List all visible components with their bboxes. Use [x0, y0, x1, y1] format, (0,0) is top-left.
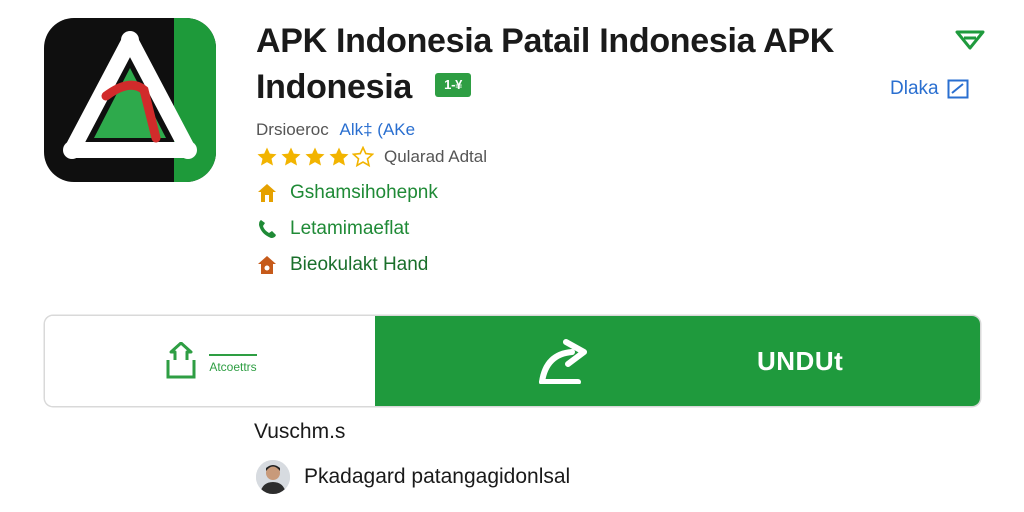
- star-filled-icon: [281, 147, 301, 166]
- section-title: Vuschm.s: [254, 420, 346, 443]
- info-row-2-text: Letamimaeflat: [290, 218, 410, 239]
- download-button-label: UNDUt: [757, 346, 844, 376]
- download-link-label: Dlaka: [890, 78, 939, 99]
- star-filled-icon: [329, 147, 349, 166]
- developer-name-link[interactable]: Alk‡ (AKe: [339, 120, 415, 139]
- app-icon: [44, 18, 216, 182]
- rating-row: Qularad Adtal: [256, 146, 487, 168]
- star-filled-icon: [305, 147, 325, 166]
- info-row-1: Gshamsihohepnk: [256, 182, 438, 204]
- app-title: APK Indonesia Patail Indonesia APK Indon…: [256, 18, 926, 110]
- app-logo-icon: [63, 31, 197, 159]
- star-empty-icon: [352, 146, 374, 168]
- share-button-label: Atcoettrs: [209, 354, 257, 374]
- developer-label: Drsioeroc: [256, 120, 329, 139]
- signal-icon[interactable]: [955, 28, 985, 52]
- phone-icon: [259, 220, 276, 238]
- share-button[interactable]: Atcoettrs: [45, 316, 375, 406]
- version-badge: 1-¥: [435, 73, 472, 98]
- rating-stars: [256, 146, 374, 168]
- info-row-3: Bieokulakt Hand: [256, 254, 428, 276]
- avatar: [256, 460, 290, 494]
- app-title-text: APK Indonesia Patail Indonesia APK Indon…: [256, 22, 834, 106]
- author-row[interactable]: Pkadagard patangagidonlsal: [256, 460, 570, 494]
- download-button[interactable]: UNDUt: [375, 316, 980, 406]
- developer-line: Drsioeroc Alk‡ (AKe: [256, 120, 415, 140]
- info-row-3-text: Bieokulakt Hand: [290, 254, 429, 275]
- star-filled-icon: [257, 147, 277, 166]
- home-icon: [258, 184, 276, 202]
- info-row-2: Letamimaeflat: [256, 218, 409, 240]
- action-bar: Atcoettrs UNDUt: [45, 316, 980, 406]
- share-icon: [166, 342, 196, 379]
- edit-icon: [947, 79, 969, 99]
- house-icon: [258, 256, 276, 274]
- author-name: Pkadagard patangagidonlsal: [304, 465, 571, 488]
- info-row-1-text: Gshamsihohepnk: [290, 182, 438, 203]
- download-link[interactable]: Dlaka: [890, 78, 969, 100]
- arrow-icon: [539, 339, 587, 384]
- rating-text: Qularad Adtal: [384, 147, 488, 166]
- person-icon: [256, 460, 290, 494]
